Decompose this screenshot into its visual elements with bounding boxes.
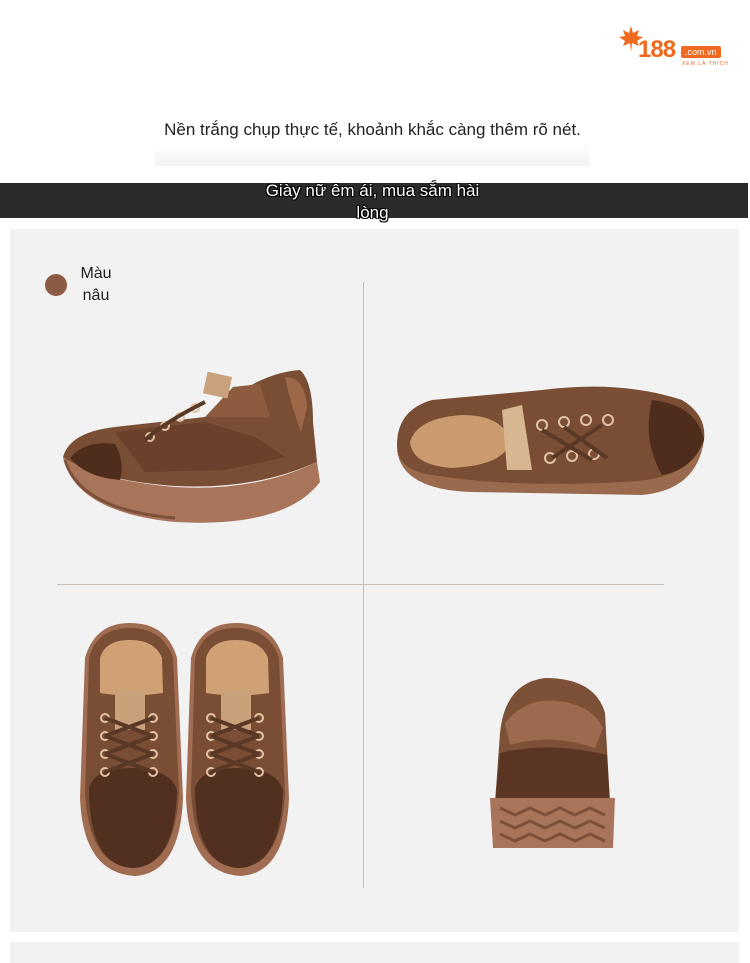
next-section-strip: [10, 942, 739, 963]
promo-banner: Giày nữ êm ái, mua sắm hài lòng: [0, 181, 748, 222]
gallery-divider-vertical: [363, 282, 364, 888]
color-label: Màu nâu: [80, 265, 112, 304]
logo-tagline: XEM LÀ THÍCH: [682, 61, 729, 67]
gallery-divider-horizontal: [57, 584, 664, 585]
logo-domain: .com.vn: [681, 46, 721, 58]
site-logo[interactable]: 188 .com.vn XEM LÀ THÍCH: [618, 22, 733, 72]
shoe-side-view-image: [63, 370, 320, 523]
shoe-top-side-view-image: [397, 386, 705, 495]
intro-text: Nền trắng chụp thực tế, khoảnh khắc càng…: [155, 118, 590, 166]
shoe-back-view-image: [490, 678, 615, 848]
color-swatch[interactable]: [45, 274, 67, 296]
logo-number: 188: [638, 36, 676, 63]
banner-title: Giày nữ êm ái, mua sắm hài lòng: [265, 181, 480, 222]
shoe-pair-front-view-image: [80, 623, 289, 876]
